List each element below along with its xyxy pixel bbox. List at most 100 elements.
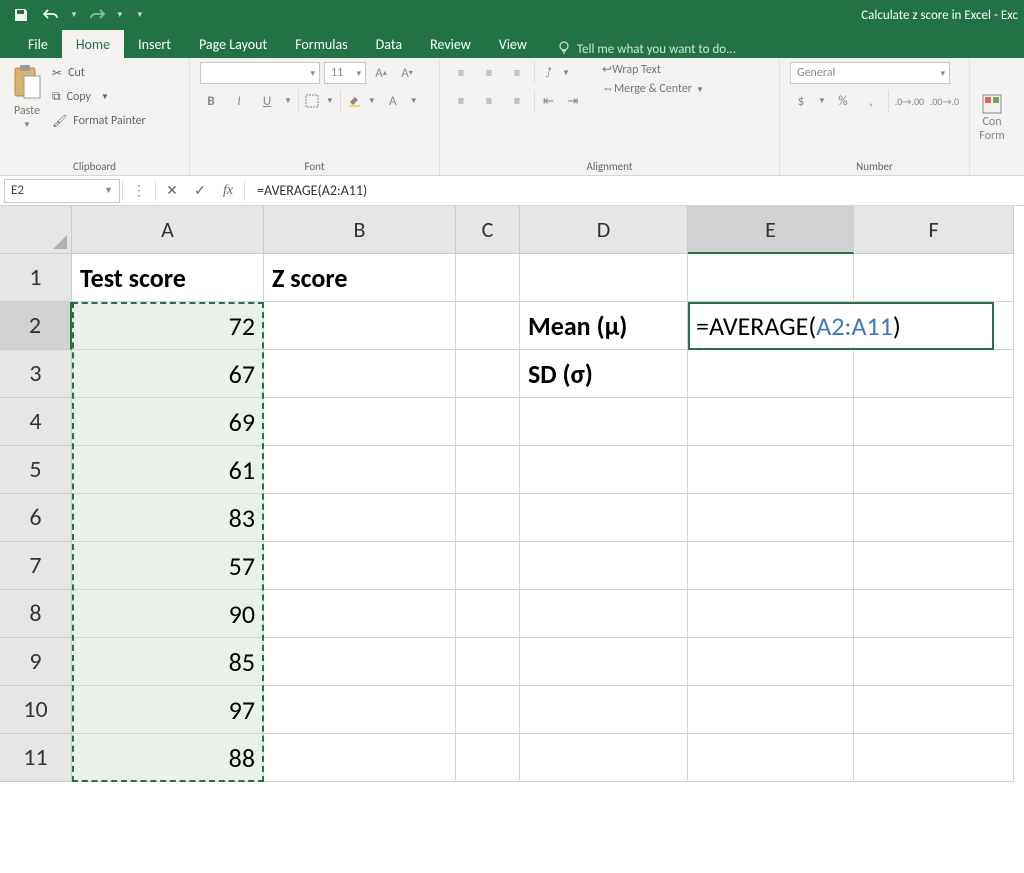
cell-C7[interactable] (456, 542, 520, 590)
cell-D3[interactable]: SD (σ) (520, 350, 688, 398)
tab-formulas[interactable]: Formulas (281, 30, 361, 58)
cell-C8[interactable] (456, 590, 520, 638)
increase-indent-icon[interactable]: ⇥ (562, 90, 584, 112)
row-header-7[interactable]: 7 (0, 542, 72, 590)
cell-B10[interactable] (264, 686, 456, 734)
cell-D2[interactable]: Mean (μ) (520, 302, 688, 350)
select-all-corner[interactable] (0, 206, 72, 254)
align-right-icon[interactable]: ≡ (506, 90, 528, 112)
wrap-text-button[interactable]: ↩Wrap Text (602, 62, 704, 77)
cut-button[interactable]: ✂Cut (52, 62, 146, 84)
cell-B4[interactable] (264, 398, 456, 446)
cell-F10[interactable] (854, 686, 1014, 734)
cell-A9[interactable]: 85 (72, 638, 264, 686)
cell-D1[interactable] (520, 254, 688, 302)
tab-file[interactable]: File (14, 30, 62, 58)
fx-icon[interactable]: fx (214, 179, 242, 203)
row-header-3[interactable]: 3 (0, 350, 72, 398)
accounting-format-icon[interactable]: $ (790, 90, 812, 112)
cell-C9[interactable] (456, 638, 520, 686)
name-box[interactable]: E2▼ (4, 179, 120, 203)
cell-E7[interactable] (688, 542, 854, 590)
row-header-2[interactable]: 2 (0, 302, 72, 350)
underline-button[interactable]: U (256, 90, 278, 112)
decrease-indent-icon[interactable]: ⇤ (534, 90, 556, 112)
cell-D4[interactable] (520, 398, 688, 446)
cell-F4[interactable] (854, 398, 1014, 446)
cell-B2[interactable] (264, 302, 456, 350)
undo-icon[interactable] (38, 3, 64, 27)
decrease-font-icon[interactable]: A▾ (396, 62, 418, 84)
cell-A5[interactable]: 61 (72, 446, 264, 494)
paste-button[interactable]: Paste ▼ (10, 62, 44, 158)
bold-button[interactable]: B (200, 90, 222, 112)
enter-icon[interactable]: ✓ (186, 179, 214, 203)
customize-qat-icon[interactable]: ▼ (136, 10, 144, 20)
font-family-select[interactable] (200, 62, 320, 84)
align-bottom-icon[interactable]: ≡ (506, 62, 528, 84)
cell-B1[interactable]: Z score (264, 254, 456, 302)
tab-data[interactable]: Data (362, 30, 416, 58)
increase-font-icon[interactable]: A▴ (370, 62, 392, 84)
cell-F5[interactable] (854, 446, 1014, 494)
cell-C11[interactable] (456, 734, 520, 782)
cell-A6[interactable]: 83 (72, 494, 264, 542)
save-icon[interactable] (8, 3, 34, 27)
cell-A3[interactable]: 67 (72, 350, 264, 398)
cell-C3[interactable] (456, 350, 520, 398)
cell-C4[interactable] (456, 398, 520, 446)
font-size-select[interactable]: 11 (324, 62, 366, 84)
cell-F11[interactable] (854, 734, 1014, 782)
cell-E4[interactable] (688, 398, 854, 446)
cancel-icon[interactable]: ✕ (158, 179, 186, 203)
tab-home[interactable]: Home (62, 30, 124, 58)
row-header-6[interactable]: 6 (0, 494, 72, 542)
percent-format-icon[interactable]: % (832, 90, 854, 112)
align-middle-icon[interactable]: ≡ (478, 62, 500, 84)
row-header-1[interactable]: 1 (0, 254, 72, 302)
cell-F1[interactable] (854, 254, 1014, 302)
comma-format-icon[interactable]: , (860, 90, 882, 112)
borders-button[interactable] (298, 90, 320, 112)
align-top-icon[interactable]: ≡ (450, 62, 472, 84)
cell-A11[interactable]: 88 (72, 734, 264, 782)
column-header-B[interactable]: B (264, 206, 456, 254)
cell-E1[interactable] (688, 254, 854, 302)
cell-E8[interactable] (688, 590, 854, 638)
cell-D9[interactable] (520, 638, 688, 686)
cell-D7[interactable] (520, 542, 688, 590)
increase-decimal-icon[interactable]: .0→.00 (888, 90, 924, 112)
row-header-5[interactable]: 5 (0, 446, 72, 494)
column-header-C[interactable]: C (456, 206, 520, 254)
row-header-8[interactable]: 8 (0, 590, 72, 638)
cell-A7[interactable]: 57 (72, 542, 264, 590)
align-center-icon[interactable]: ≡ (478, 90, 500, 112)
column-header-E[interactable]: E (688, 206, 854, 254)
cell-A8[interactable]: 90 (72, 590, 264, 638)
column-header-A[interactable]: A (72, 206, 264, 254)
formula-input[interactable]: =AVERAGE(A2:A11) (247, 179, 1024, 203)
active-cell-editor[interactable]: =AVERAGE(A2:A11) (688, 302, 994, 350)
cell-B9[interactable] (264, 638, 456, 686)
cell-E3[interactable] (688, 350, 854, 398)
cell-D5[interactable] (520, 446, 688, 494)
tell-me[interactable]: Tell me what you want to do... (541, 40, 736, 58)
cell-C6[interactable] (456, 494, 520, 542)
dropdown-icon[interactable]: ▼ (104, 185, 113, 196)
decrease-decimal-icon[interactable]: .00→.0 (930, 90, 959, 112)
cell-B8[interactable] (264, 590, 456, 638)
cell-E9[interactable] (688, 638, 854, 686)
format-painter-button[interactable]: 🖌Format Painter (52, 110, 146, 132)
dropdown-icon[interactable]: ▼ (116, 10, 124, 20)
cell-C10[interactable] (456, 686, 520, 734)
cell-A10[interactable]: 97 (72, 686, 264, 734)
italic-button[interactable]: I (228, 90, 250, 112)
tab-review[interactable]: Review (416, 30, 485, 58)
conditional-formatting-icon[interactable] (981, 93, 1003, 115)
options-icon[interactable]: ⋮ (125, 179, 153, 203)
copy-button[interactable]: ⧉Copy▼ (52, 86, 146, 108)
cell-B3[interactable] (264, 350, 456, 398)
cell-E11[interactable] (688, 734, 854, 782)
row-header-9[interactable]: 9 (0, 638, 72, 686)
dropdown-icon[interactable]: ▼ (23, 120, 31, 130)
